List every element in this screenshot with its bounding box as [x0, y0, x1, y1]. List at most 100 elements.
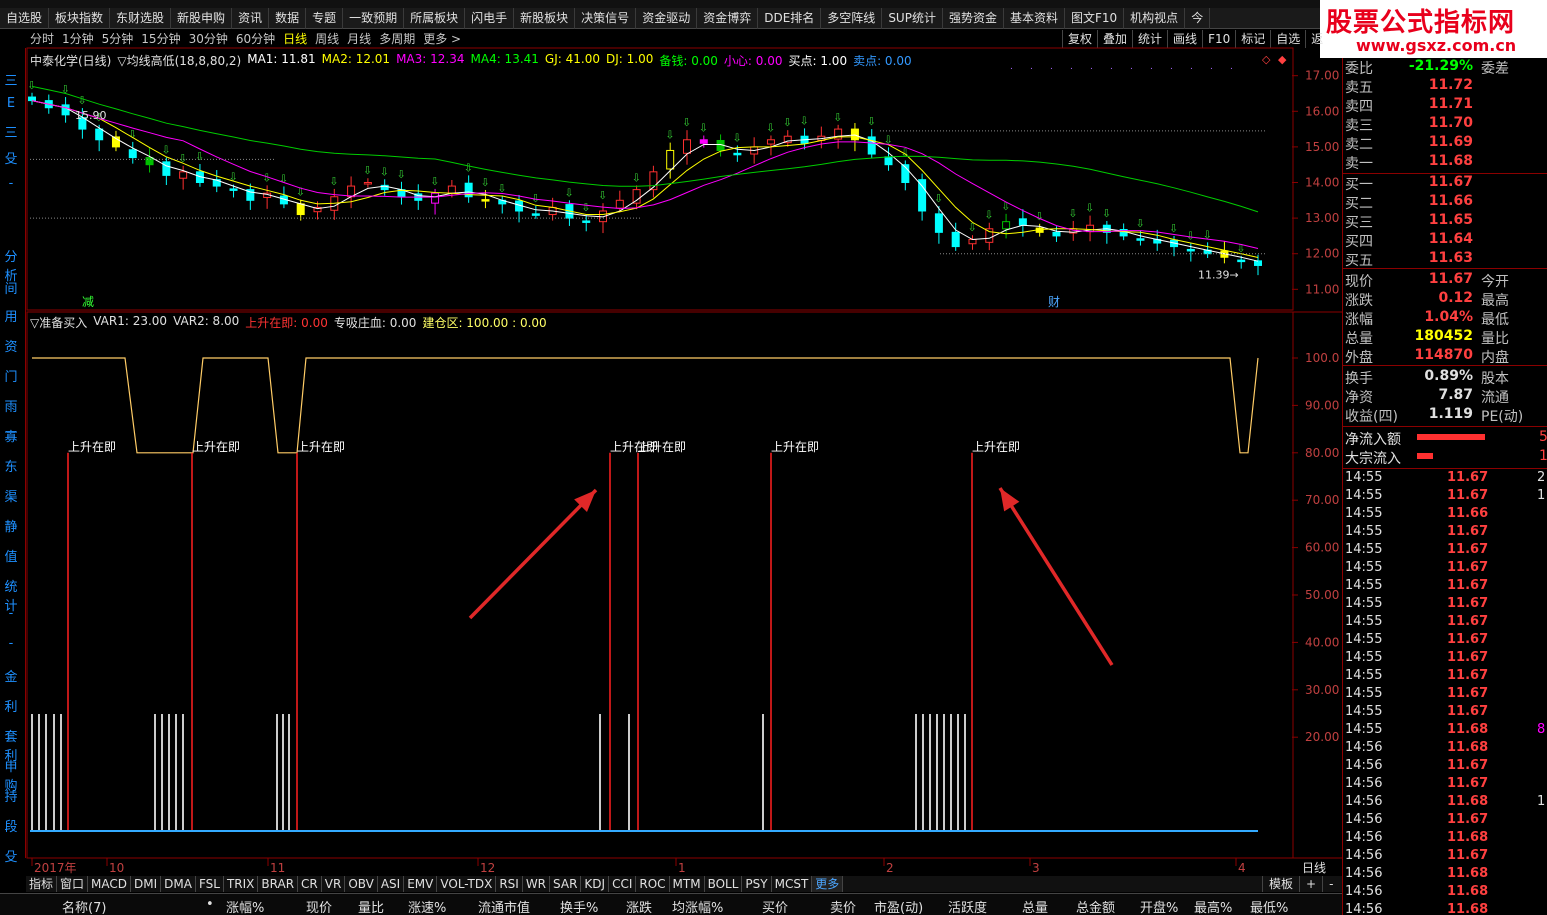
tick-volume: 1	[1537, 488, 1546, 503]
arrow-annotation	[998, 487, 1114, 666]
tick-price: 11.68	[1447, 902, 1489, 915]
indicator-tab[interactable]: VOL-TDX	[437, 876, 497, 892]
column-header[interactable]: 最低%	[1250, 897, 1288, 915]
column-header[interactable]: 涨速%	[408, 897, 446, 915]
tick-price: 11.67	[1447, 488, 1489, 503]
tick-price: 11.67	[1447, 470, 1489, 485]
candle-body	[363, 182, 372, 185]
signal-arrow: ⇩	[833, 111, 842, 124]
column-header[interactable]: 开盘%	[1140, 897, 1178, 915]
diamond-icon[interactable]: ◇	[1262, 53, 1271, 66]
column-header[interactable]: 总量	[1022, 897, 1048, 915]
tick-price: 11.67	[1447, 596, 1489, 611]
quote-row: 买五 11.63	[1345, 250, 1545, 269]
indicator-tab[interactable]: WR	[523, 876, 551, 892]
column-header[interactable]: 换手%	[560, 897, 598, 915]
quote-value: 11.63	[1428, 250, 1473, 266]
mark-jian: 减	[82, 295, 94, 309]
indicator-tab[interactable]: ROC	[636, 876, 670, 892]
indicator-tab[interactable]: VR	[322, 876, 346, 892]
quote-row: 卖一 11.68	[1345, 153, 1545, 172]
indicator-tab[interactable]: CCI	[609, 876, 637, 892]
chart-area[interactable]: 17.00 16.00 15.00 14.00 13.00 12.00 11.00 ⇩ ⇩ ⇩ ⇩ ⇩…	[0, 0, 1342, 876]
dot-mark: .	[1070, 62, 1073, 72]
indicator-tab[interactable]: BOLL	[705, 876, 743, 892]
signal-arrow: ⇩	[1068, 207, 1077, 220]
indicator-tab[interactable]: RSI	[496, 876, 523, 892]
column-header[interactable]: 总金额	[1076, 897, 1115, 915]
candle-body	[766, 139, 775, 145]
column-header[interactable]: 名称(7)	[62, 897, 106, 915]
quote-row: 买四 11.64	[1345, 231, 1545, 250]
column-header[interactable]: 涨跌	[626, 897, 652, 915]
column-header[interactable]: 活跃度	[948, 897, 987, 915]
indicator-tab[interactable]: EMV	[404, 876, 438, 892]
sub-y-tick-label: 90.00	[1305, 398, 1339, 412]
indicator-tab[interactable]: 更多	[812, 876, 844, 892]
dot-mark: .	[1230, 62, 1233, 72]
column-header[interactable]: 流通市值	[478, 897, 530, 915]
column-header[interactable]: 涨幅%	[226, 897, 264, 915]
candle-body	[1237, 259, 1246, 263]
column-header[interactable]: 卖价	[830, 897, 856, 915]
quote-row: 卖三 11.70	[1345, 115, 1545, 134]
signal-arrow: ⇩	[430, 175, 439, 188]
indicator-tabs: 指标 窗口 MACD DMI DMA FSL TRIX BRAR CR VR OBV ASI EMV VO…	[26, 876, 1342, 892]
template-button[interactable]: +	[1299, 876, 1322, 892]
tick-time: 14:55	[1345, 614, 1383, 629]
quote-row: 买一 11.67	[1345, 174, 1545, 193]
y-tick-label: 12.00	[1305, 247, 1339, 261]
column-header[interactable]: 量比	[358, 897, 384, 915]
indicator-tab[interactable]: TRIX	[224, 876, 259, 892]
signal-arrow: ⇩	[1102, 207, 1111, 220]
column-header[interactable]: 市盈(动)	[874, 897, 923, 915]
indicator-tab[interactable]: ASI	[378, 876, 405, 892]
indicator-tab[interactable]: PSY	[742, 876, 772, 892]
diamond-filled-icon[interactable]: ◆	[1278, 53, 1287, 66]
template-button[interactable]: 模板	[1262, 876, 1299, 892]
indicator-tab[interactable]: SAR	[550, 876, 582, 892]
candle-body	[1186, 248, 1195, 252]
quote-row: 涨幅 1.04% 最低	[1345, 309, 1545, 328]
signal-label: 上升在即	[192, 440, 240, 454]
quote-value: 1.04%	[1424, 309, 1473, 325]
indicator-tab[interactable]: OBV	[345, 876, 378, 892]
tick-row: 14:55 11.67	[1345, 560, 1545, 578]
indicator-tab[interactable]: KDJ	[581, 876, 610, 892]
indicator-tab[interactable]: DMI	[131, 876, 162, 892]
column-header[interactable]: 买价	[762, 897, 788, 915]
tick-price: 11.67	[1447, 668, 1489, 683]
indicator-tab[interactable]: CR	[298, 876, 322, 892]
tick-row: 14:56 11.68	[1345, 902, 1545, 915]
signal-arrow: ⇩	[867, 115, 876, 128]
indicator-tab[interactable]: 窗口	[57, 876, 89, 892]
candle-body	[481, 199, 490, 202]
signal-arrow: ⇩	[766, 122, 775, 135]
indicator-tab[interactable]: BRAR	[258, 876, 299, 892]
column-header[interactable]: •	[206, 897, 214, 912]
flow-value: 5	[1539, 429, 1547, 445]
column-header[interactable]: 均涨幅%	[672, 897, 723, 915]
flow-bar	[1417, 434, 1485, 440]
indicator-tab[interactable]: MCST	[772, 876, 813, 892]
template-button[interactable]: -	[1322, 876, 1339, 892]
dot-mark: .	[1130, 62, 1133, 72]
indicator-tab[interactable]: FSL	[196, 876, 224, 892]
candle-body	[850, 128, 859, 141]
tick-time: 14:55	[1345, 686, 1383, 701]
tick-volume: 8	[1537, 722, 1546, 737]
flow-bar	[1417, 453, 1433, 459]
tick-row: 14:55 11.67	[1345, 632, 1545, 650]
sub-chart-frame	[26, 311, 1294, 859]
tick-price: 11.67	[1447, 560, 1489, 575]
quote-extra: 流通	[1481, 390, 1509, 406]
quote-panel: 委比 -21.29% 委差 卖五 11.72 卖四 11.71 卖三 11.70 卖二 11.69 卖…	[1342, 58, 1547, 915]
indicator-tab[interactable]: MACD	[88, 876, 132, 892]
indicator-tab[interactable]: DMA	[161, 876, 196, 892]
column-header[interactable]: 现价	[306, 897, 332, 915]
quote-extra: 最低	[1481, 312, 1509, 328]
column-header[interactable]: 最高%	[1194, 897, 1232, 915]
indicator-tab[interactable]: 指标	[26, 876, 58, 892]
indicator-tab[interactable]: MTM	[670, 876, 705, 892]
quote-label: 卖二	[1345, 137, 1373, 153]
